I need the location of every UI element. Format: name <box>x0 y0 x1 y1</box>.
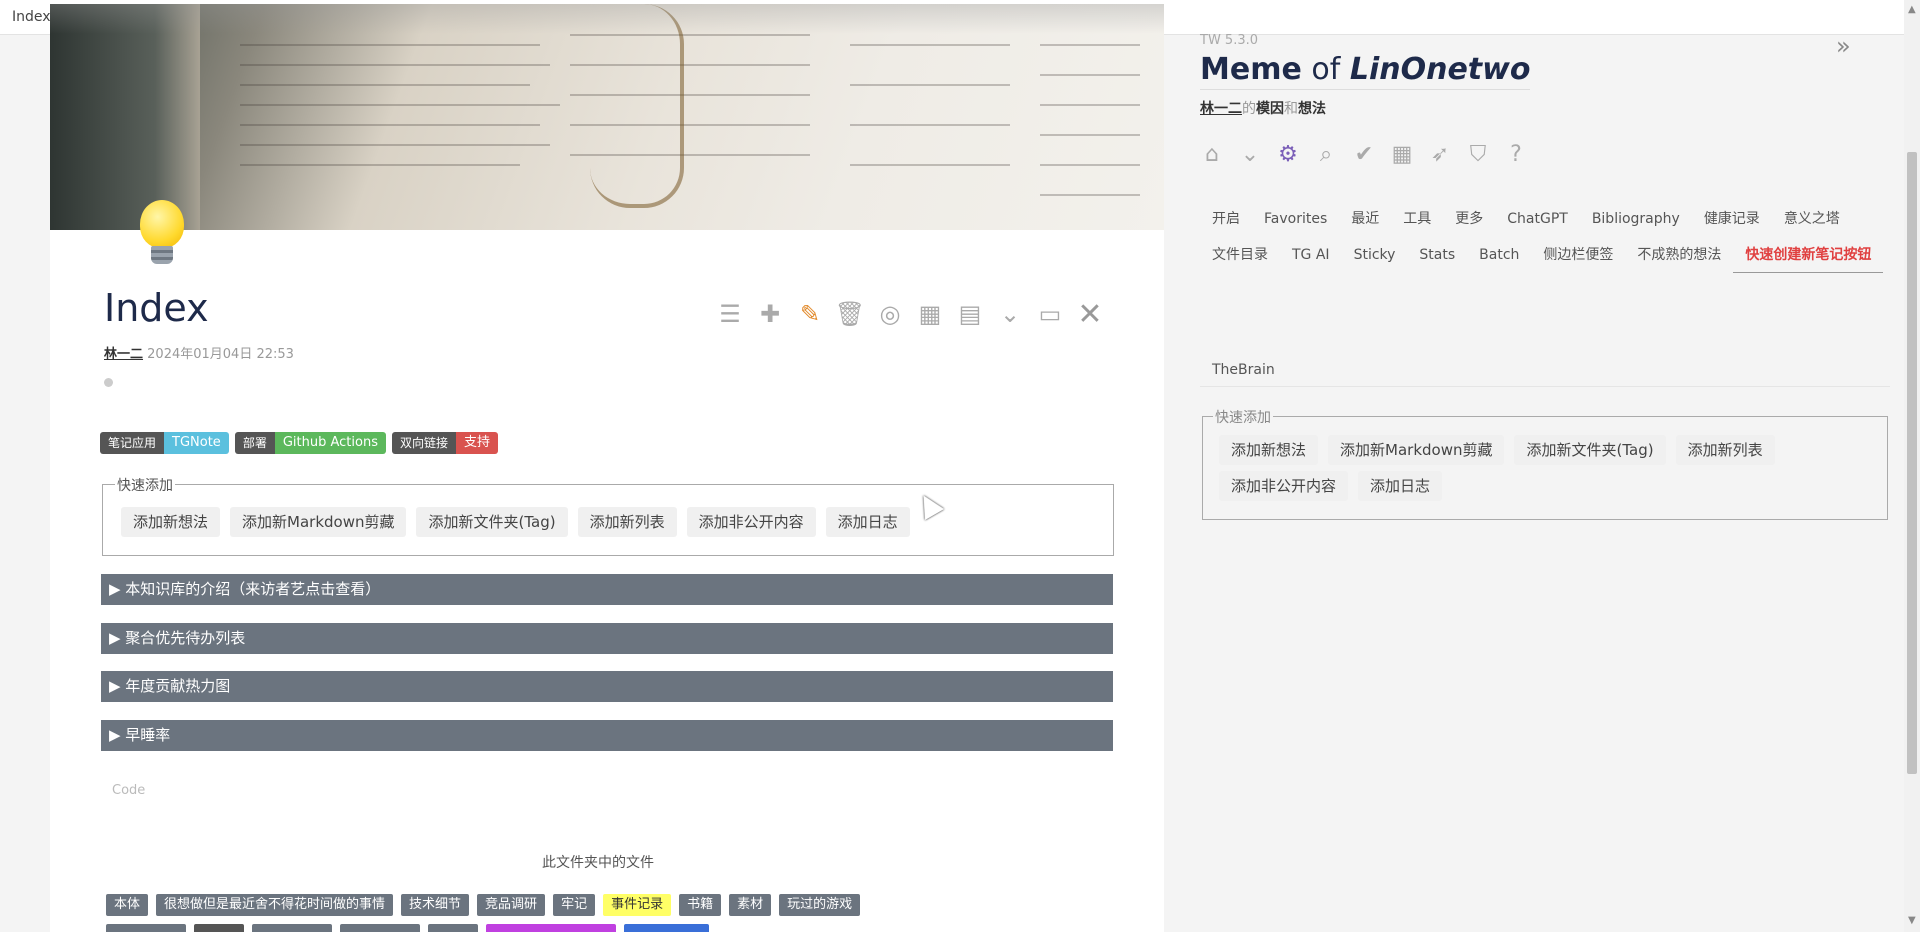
glasses-shape <box>590 4 684 208</box>
quick-add-legend: 快速添加 <box>1213 407 1273 427</box>
tag-item[interactable]: 竞品调研 <box>477 894 546 916</box>
sidebar-tabs: 开启 Favorites 最近 工具 更多 ChatGPT Bibliograp… <box>1200 208 1890 273</box>
close-icon[interactable]: ✕ <box>1074 297 1106 332</box>
edit-icon[interactable]: ✎ <box>794 298 826 330</box>
tag-item[interactable]: 牢记 <box>553 894 596 916</box>
tab-stats[interactable]: Stats <box>1407 244 1467 273</box>
folder-icon[interactable]: ▭ <box>1034 298 1066 330</box>
tag-item[interactable]: 技术细节 <box>401 894 470 916</box>
add-folder-tag-button[interactable]: 添加新文件夹(Tag) <box>1514 435 1666 465</box>
tab-sticky[interactable]: Sticky <box>1342 244 1408 273</box>
tag-item[interactable]: 玩过的游戏 <box>779 894 861 916</box>
tag-item[interactable]: 素材 <box>729 894 772 916</box>
filter-icon[interactable]: ⛉ <box>1464 140 1492 168</box>
tab-health[interactable]: 健康记录 <box>1692 208 1772 230</box>
home-icon[interactable]: ⌂ <box>1198 140 1226 168</box>
section-sleep[interactable]: ▶ 早睡率 <box>101 720 1113 751</box>
version-label: TW 5.3.0 <box>1200 33 1259 48</box>
sidebar: TW 5.3.0 » Meme of LinOnetwo 林一二的模因和想法 ⌂… <box>1164 0 1904 932</box>
delete-icon[interactable]: 🗑 <box>834 298 866 330</box>
section-todo[interactable]: ▶ 聚合优先待办列表 <box>101 623 1113 654</box>
lightbulb-icon <box>138 200 186 272</box>
tiddler-byline: 林一二 2024年01月04日 22:53 <box>104 343 294 362</box>
folder-caption: 此文件夹中的文件 <box>542 855 654 871</box>
tag-item[interactable]: 很想做但是最近舍不得花时间做的事情 <box>156 894 394 916</box>
tab-bibliography[interactable]: Bibliography <box>1580 208 1692 230</box>
status-dot <box>104 378 113 387</box>
page-scrollbar[interactable]: ▲ ▼ <box>1904 0 1920 932</box>
scrollbar-thumb[interactable] <box>1907 152 1917 774</box>
quick-add-box: 快速添加 添加新想法 添加新Markdown剪藏 添加新文件夹(Tag) 添加新… <box>102 475 1114 556</box>
story-river: Index ☰ ✚ ✎ 🗑 ◎ ▦ ▤ ⌄ ▭ ✕ 林一二 2024年01月04… <box>50 0 1164 932</box>
scroll-down-icon[interactable]: ▼ <box>1908 915 1916 926</box>
add-idea-button[interactable]: 添加新想法 <box>1219 435 1319 465</box>
divider <box>1200 386 1890 387</box>
tab-file-index[interactable]: 文件目录 <box>1200 244 1280 273</box>
tab-chatgpt[interactable]: ChatGPT <box>1495 208 1580 230</box>
add-markdown-clip-button[interactable]: 添加新Markdown剪藏 <box>1328 435 1505 465</box>
badge-backlinks: 双向链接 支持 <box>391 432 498 454</box>
add-journal-button[interactable]: 添加日志 <box>825 507 910 537</box>
target-icon[interactable]: ◎ <box>874 298 906 330</box>
search-icon[interactable]: ⌕ <box>1312 140 1340 168</box>
tiddler-toolbar: ☰ ✚ ✎ 🗑 ◎ ▦ ▤ ⌄ ▭ ✕ <box>714 297 1106 334</box>
add-idea-button[interactable]: 添加新想法 <box>121 507 221 537</box>
add-private-button[interactable]: 添加非公开内容 <box>686 507 816 537</box>
window-title: Index <box>12 9 51 25</box>
add-private-button[interactable]: 添加非公开内容 <box>1219 471 1349 501</box>
help-icon[interactable]: ? <box>1502 140 1530 168</box>
site-subtitle: 林一二的模因和想法 <box>1200 101 1326 117</box>
add-journal-button[interactable]: 添加日志 <box>1358 471 1443 501</box>
gear-icon[interactable]: ⚙ <box>1274 140 1302 168</box>
section-intro[interactable]: ▶ 本知识库的介绍（来访者艺点击查看） <box>101 574 1113 605</box>
rocket-icon[interactable]: ➶ <box>1426 140 1454 168</box>
tag-item[interactable]: 事件记录 <box>603 894 672 916</box>
badge-deploy: 部署 Github Actions <box>234 432 386 454</box>
qrcode-icon[interactable]: ▦ <box>914 298 946 330</box>
sidebar-quick-add-box: 快速添加 添加新想法 添加新Markdown剪藏 添加新文件夹(Tag) 添加新… <box>1202 407 1888 520</box>
page-controls: ⌂ ⌄ ⚙ ⌕ ✔ ▦ ➶ ⛉ ? <box>1198 140 1530 168</box>
calendar-icon[interactable]: ▦ <box>1388 140 1416 168</box>
tag-item[interactable]: 书籍 <box>679 894 722 916</box>
checkmark-icon[interactable]: ✔ <box>1350 140 1378 168</box>
tab-batch[interactable]: Batch <box>1467 244 1531 273</box>
site-title: Meme of LinOnetwo <box>1200 52 1531 90</box>
tab-tg-ai[interactable]: TG AI <box>1280 244 1342 273</box>
tiddler-title: Index <box>104 286 209 330</box>
author-link[interactable]: 林一二 <box>104 347 143 362</box>
chevron-down-icon[interactable]: ⌄ <box>994 298 1026 330</box>
tab-meaning-tower[interactable]: 意义之塔 <box>1772 208 1852 230</box>
tiddler-date: 2024年01月04日 22:53 <box>147 347 294 362</box>
tab-more[interactable]: 更多 <box>1443 208 1495 230</box>
tab-open[interactable]: 开启 <box>1200 208 1252 230</box>
code-placeholder: Code <box>112 783 146 798</box>
list-icon[interactable]: ☰ <box>714 298 746 330</box>
section-heatmap[interactable]: ▶ 年度贡献热力图 <box>101 671 1113 702</box>
tag-item[interactable]: 本体 <box>106 894 149 916</box>
thebrain-link[interactable]: TheBrain <box>1212 362 1275 378</box>
tab-quick-create[interactable]: 快速创建新笔记按钮 <box>1733 244 1884 273</box>
tab-immature-ideas[interactable]: 不成熟的想法 <box>1625 244 1733 273</box>
tab-favorites[interactable]: Favorites <box>1252 208 1339 230</box>
collapse-sidebar-icon[interactable]: » <box>1836 32 1851 60</box>
scroll-up-icon[interactable]: ▲ <box>1908 4 1916 15</box>
chevron-down-icon[interactable]: ⌄ <box>1236 140 1264 168</box>
tag-list: 本体 很想做但是最近舍不得花时间做的事情 技术细节 竞品调研 牢记 事件记录 书… <box>106 894 861 916</box>
tab-tools[interactable]: 工具 <box>1391 208 1443 230</box>
add-markdown-clip-button[interactable]: 添加新Markdown剪藏 <box>230 507 407 537</box>
badge-note-app: 笔记应用 TGNote <box>100 432 229 454</box>
add-list-button[interactable]: 添加新列表 <box>1675 435 1775 465</box>
banner-image <box>50 4 1164 230</box>
add-tag-icon[interactable]: ✚ <box>754 298 786 330</box>
quick-add-legend: 快速添加 <box>115 475 175 495</box>
tab-sidebar-notes[interactable]: 侧边栏便签 <box>1531 244 1625 273</box>
clipboard-icon[interactable]: ▤ <box>954 298 986 330</box>
add-folder-tag-button[interactable]: 添加新文件夹(Tag) <box>416 507 568 537</box>
badge-row: 笔记应用 TGNote 部署 Github Actions 双向链接 支持 <box>100 432 498 454</box>
tab-recent[interactable]: 最近 <box>1339 208 1391 230</box>
add-list-button[interactable]: 添加新列表 <box>577 507 677 537</box>
tag-list-overflow <box>106 924 709 932</box>
